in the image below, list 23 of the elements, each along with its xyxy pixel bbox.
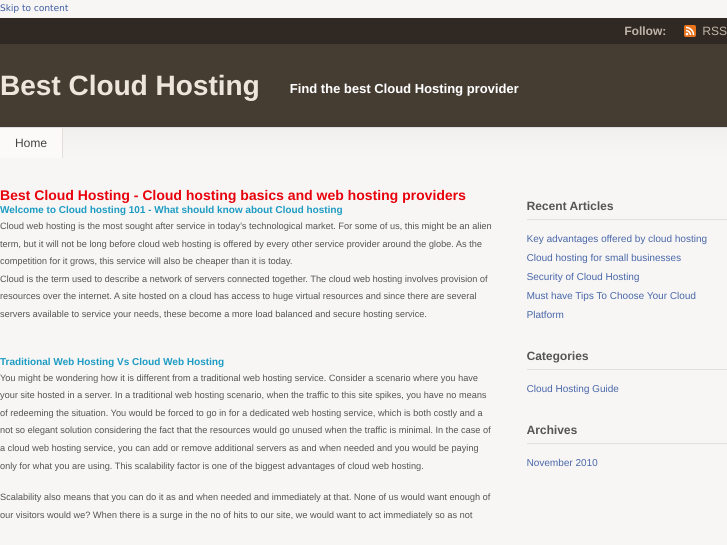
follow-label: Follow: xyxy=(624,24,666,38)
rss-link[interactable]: RSS xyxy=(702,24,727,38)
widget-title: Archives xyxy=(526,423,727,444)
sidebar-link[interactable]: Must have Tips To Choose Your Cloud Platform xyxy=(526,287,727,325)
sidebar-link[interactable]: Key advantages offered by cloud hosting xyxy=(526,230,727,249)
site-title[interactable]: Best Cloud Hosting xyxy=(0,70,260,102)
body-paragraph: Cloud web hosting is the most sought after service in today’s technological market. For some of us, this might be an alien term, but it will not be long before cloud web hosting is offered by every other service provider around the globe. As the competition for it grows, this service will also be cheaper than it is today. xyxy=(0,220,493,268)
nav-tab[interactable]: Home xyxy=(0,128,64,158)
skip-to-content-link[interactable]: Skip to content xyxy=(0,4,68,14)
rss-icon[interactable] xyxy=(684,25,696,37)
body-paragraph: You might be wondering how it is different from a traditional web hosting service. Consider a scenario where you have your site hosted in a server. In a traditional web hosting scenario, when the traffic to this site spikes, you have no means of redeeming the situation. You would be forced to go in for a dedicated web hosting service, which is both costly and a not so elegant solution considering the fact that the resources would go unused when the traffic is minimal. In the case of a cloud web hosting service, you can add or remove additional servers as and when needed and you would be paying only for what you are using. This scalability factor is one of the biggest advantages of cloud web hosting. xyxy=(0,372,492,473)
widget-title: Recent Articles xyxy=(526,199,727,220)
widget-title: Categories xyxy=(526,349,727,370)
sidebar-link[interactable]: Cloud hosting for small businesses xyxy=(526,249,727,268)
sidebar-link[interactable]: Security of Cloud Hosting xyxy=(526,268,727,287)
tagline: Find the best Cloud Hosting provider xyxy=(290,81,519,96)
post-title: Best Cloud Hosting - Cloud hosting basics and web hosting providers xyxy=(0,186,467,204)
section-heading: Traditional Web Hosting Vs Cloud Web Hosting xyxy=(0,356,226,370)
section-heading: Welcome to Cloud hosting 101 - What should know about Cloud hosting xyxy=(0,204,344,218)
sidebar-link[interactable]: November 2010 xyxy=(526,454,727,473)
body-paragraph: Cloud is the term used to describe a network of servers connected together. The cloud web hosting involves provision of resources over the internet. A site hosted on a cloud has access to huge virtual resources and since there are several servers available to service your needs, these become a more load balanced and secure hosting service. xyxy=(0,272,489,321)
body-paragraph: Scalability also means that you can do it as and when needed and immediately at that. None of us would want enough of our visitors would we? When there is a surge in the no of hits to our site, we would want to act immediately so as not xyxy=(0,491,492,522)
sidebar-link[interactable]: Cloud Hosting Guide xyxy=(526,380,727,399)
